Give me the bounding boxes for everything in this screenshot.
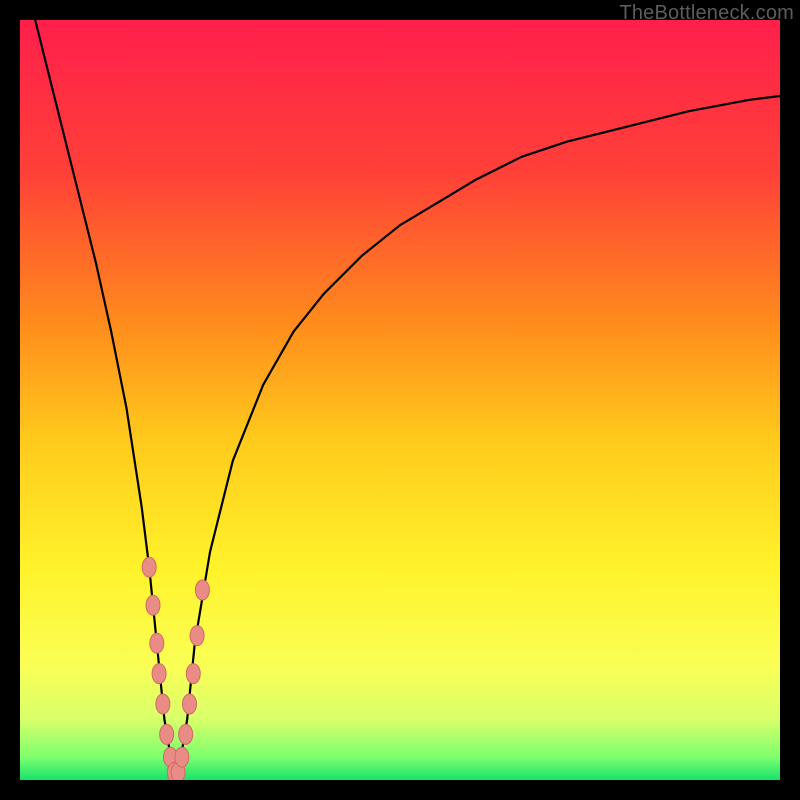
- scatter-dot: [142, 557, 156, 577]
- scatter-dot: [175, 747, 189, 767]
- watermark-text: TheBottleneck.com: [619, 2, 794, 25]
- scatter-dot: [150, 633, 164, 653]
- bottleneck-chart: [20, 20, 780, 780]
- scatter-dot: [152, 664, 166, 684]
- scatter-dot: [179, 724, 193, 744]
- scatter-dot: [186, 664, 200, 684]
- scatter-dot: [190, 626, 204, 646]
- gradient-background: [20, 20, 780, 780]
- chart-frame: TheBottleneck.com: [0, 0, 800, 800]
- scatter-dot: [156, 694, 170, 714]
- scatter-dot: [182, 694, 196, 714]
- scatter-dot: [195, 580, 209, 600]
- scatter-dot: [146, 595, 160, 615]
- scatter-dot: [160, 724, 174, 744]
- plot-area: [20, 20, 780, 780]
